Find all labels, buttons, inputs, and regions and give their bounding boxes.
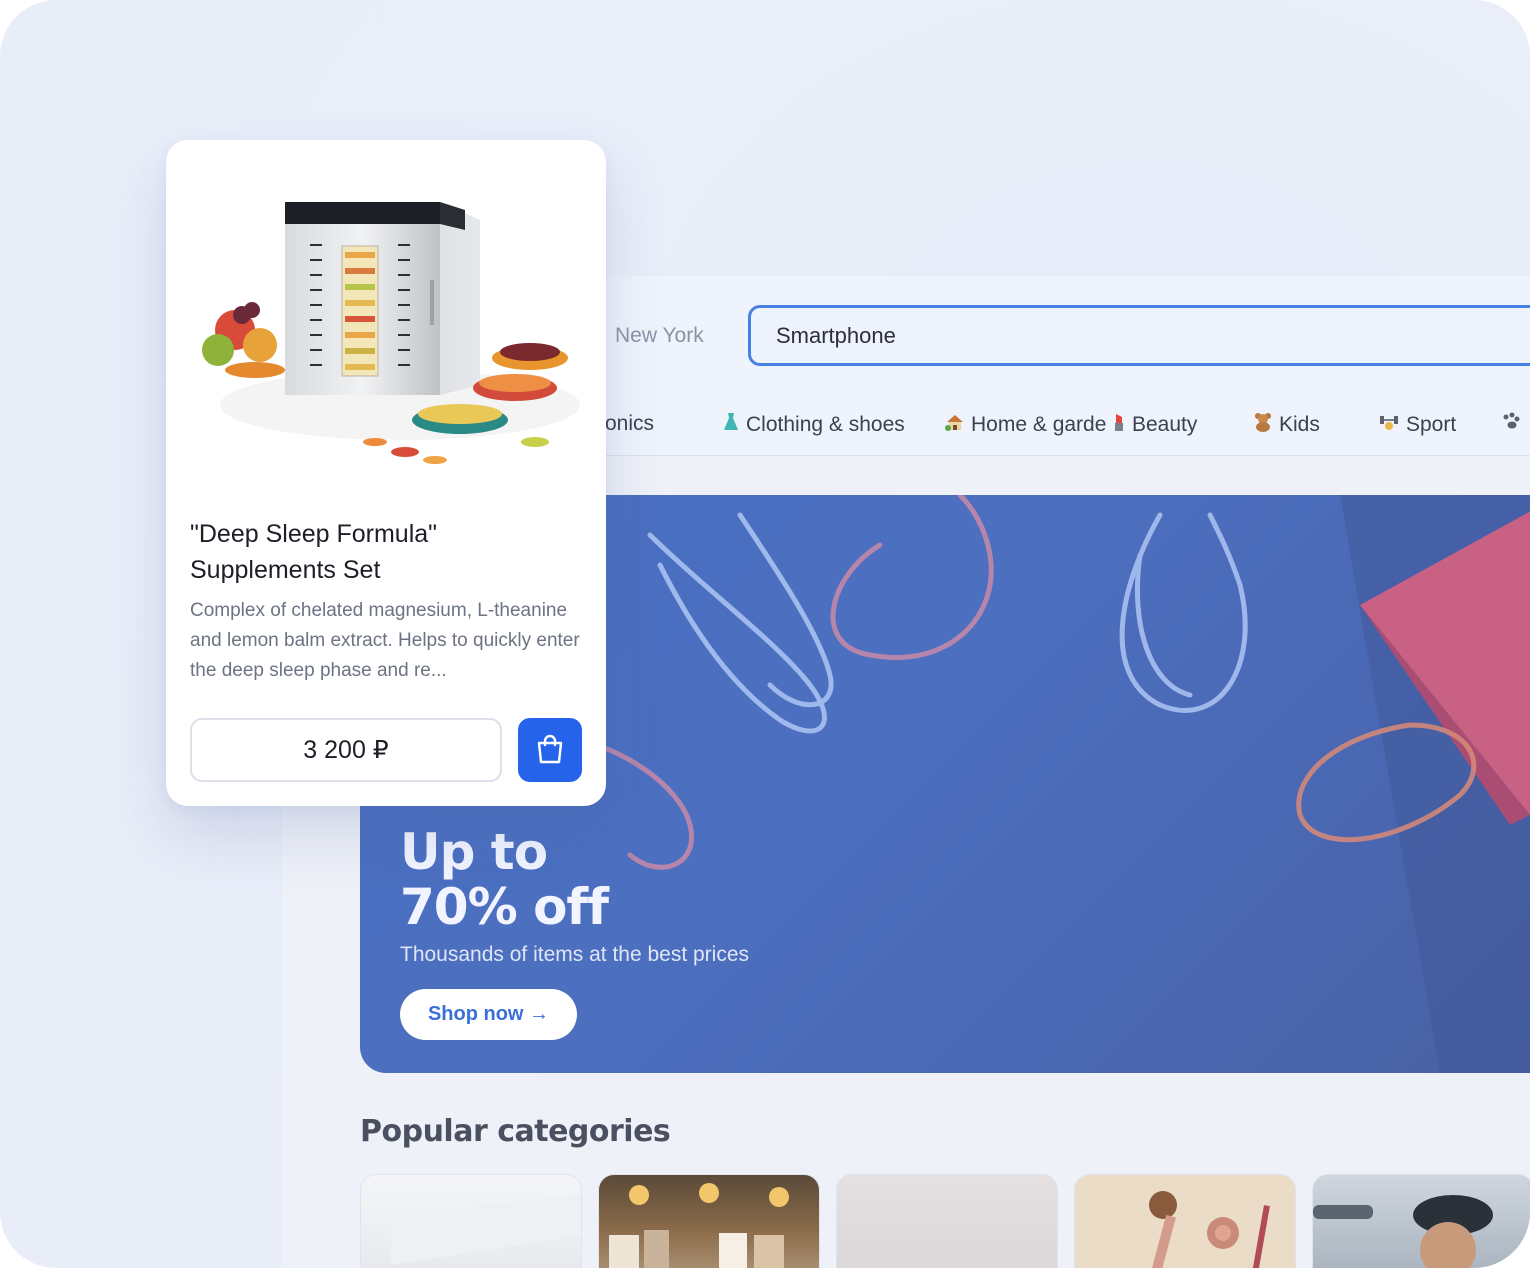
teddy-bear-icon — [1253, 412, 1273, 437]
nav-item-label: Kids — [1279, 412, 1320, 436]
promo-title: Up to 70% off — [400, 823, 609, 936]
nav-item-beauty[interactable]: Beauty — [1112, 412, 1197, 437]
nav-item-electronics[interactable]: ronics — [598, 412, 654, 436]
lipstick-icon — [1112, 412, 1126, 437]
popular-categories-title: Popular categories — [360, 1114, 671, 1149]
nav-item-clothing[interactable]: Clothing & shoes — [722, 412, 905, 437]
product-description: Complex of chelated magnesium, L-theanin… — [190, 600, 580, 681]
nav-item-label: ronics — [598, 412, 655, 435]
add-to-cart-button[interactable] — [518, 718, 582, 782]
category-tile-tools[interactable] — [1312, 1174, 1530, 1268]
nav-item-label: Beauty — [1132, 412, 1198, 436]
category-tile-clothing[interactable] — [598, 1174, 820, 1268]
page-canvas: New York Smartphone ronics Clothing & sh… — [0, 0, 1530, 1268]
nav-item-label: Sport — [1406, 412, 1457, 436]
worker-image — [1313, 1195, 1493, 1268]
nav-item-label: Clothing & shoes — [746, 412, 905, 436]
nav-item-sport[interactable]: Sport — [1378, 412, 1456, 437]
clothing-rack-image — [609, 1183, 789, 1268]
product-price: 3 200 ₽ — [190, 718, 502, 782]
city-selector[interactable]: New York — [615, 324, 704, 348]
product-card[interactable]: "Deep Sleep Formula" Supplements Set Com… — [166, 140, 606, 806]
promo-title-line1: Up to — [400, 823, 548, 881]
shopping-bag-icon — [534, 733, 566, 768]
dumbbell-icon — [1378, 412, 1400, 437]
nav-item-home-garden[interactable]: Home & garde — [945, 412, 1106, 437]
makeup-image — [1148, 1191, 1270, 1268]
sofa-image — [837, 1175, 1058, 1268]
paw-icon — [1501, 412, 1523, 437]
category-tile-beauty[interactable] — [1074, 1174, 1296, 1268]
category-tile-education[interactable] — [360, 1174, 582, 1268]
search-input[interactable]: Smartphone — [748, 305, 1530, 366]
nav-item-kids[interactable]: Kids — [1253, 412, 1320, 437]
nav-item-label: Home & garde — [971, 412, 1107, 436]
graduation-cap-image — [391, 1195, 581, 1265]
nav-item-pets[interactable] — [1501, 412, 1529, 437]
promo-title-line2: 70% off — [400, 878, 609, 936]
dress-icon — [722, 412, 740, 437]
category-tile-furniture[interactable] — [836, 1174, 1058, 1268]
product-image — [202, 202, 580, 464]
product-title[interactable]: "Deep Sleep Formula" Supplements Set — [190, 516, 582, 588]
shop-now-button[interactable]: Shop now → — [400, 989, 577, 1040]
promo-subtitle: Thousands of items at the best prices — [400, 943, 750, 966]
house-icon — [945, 412, 965, 437]
